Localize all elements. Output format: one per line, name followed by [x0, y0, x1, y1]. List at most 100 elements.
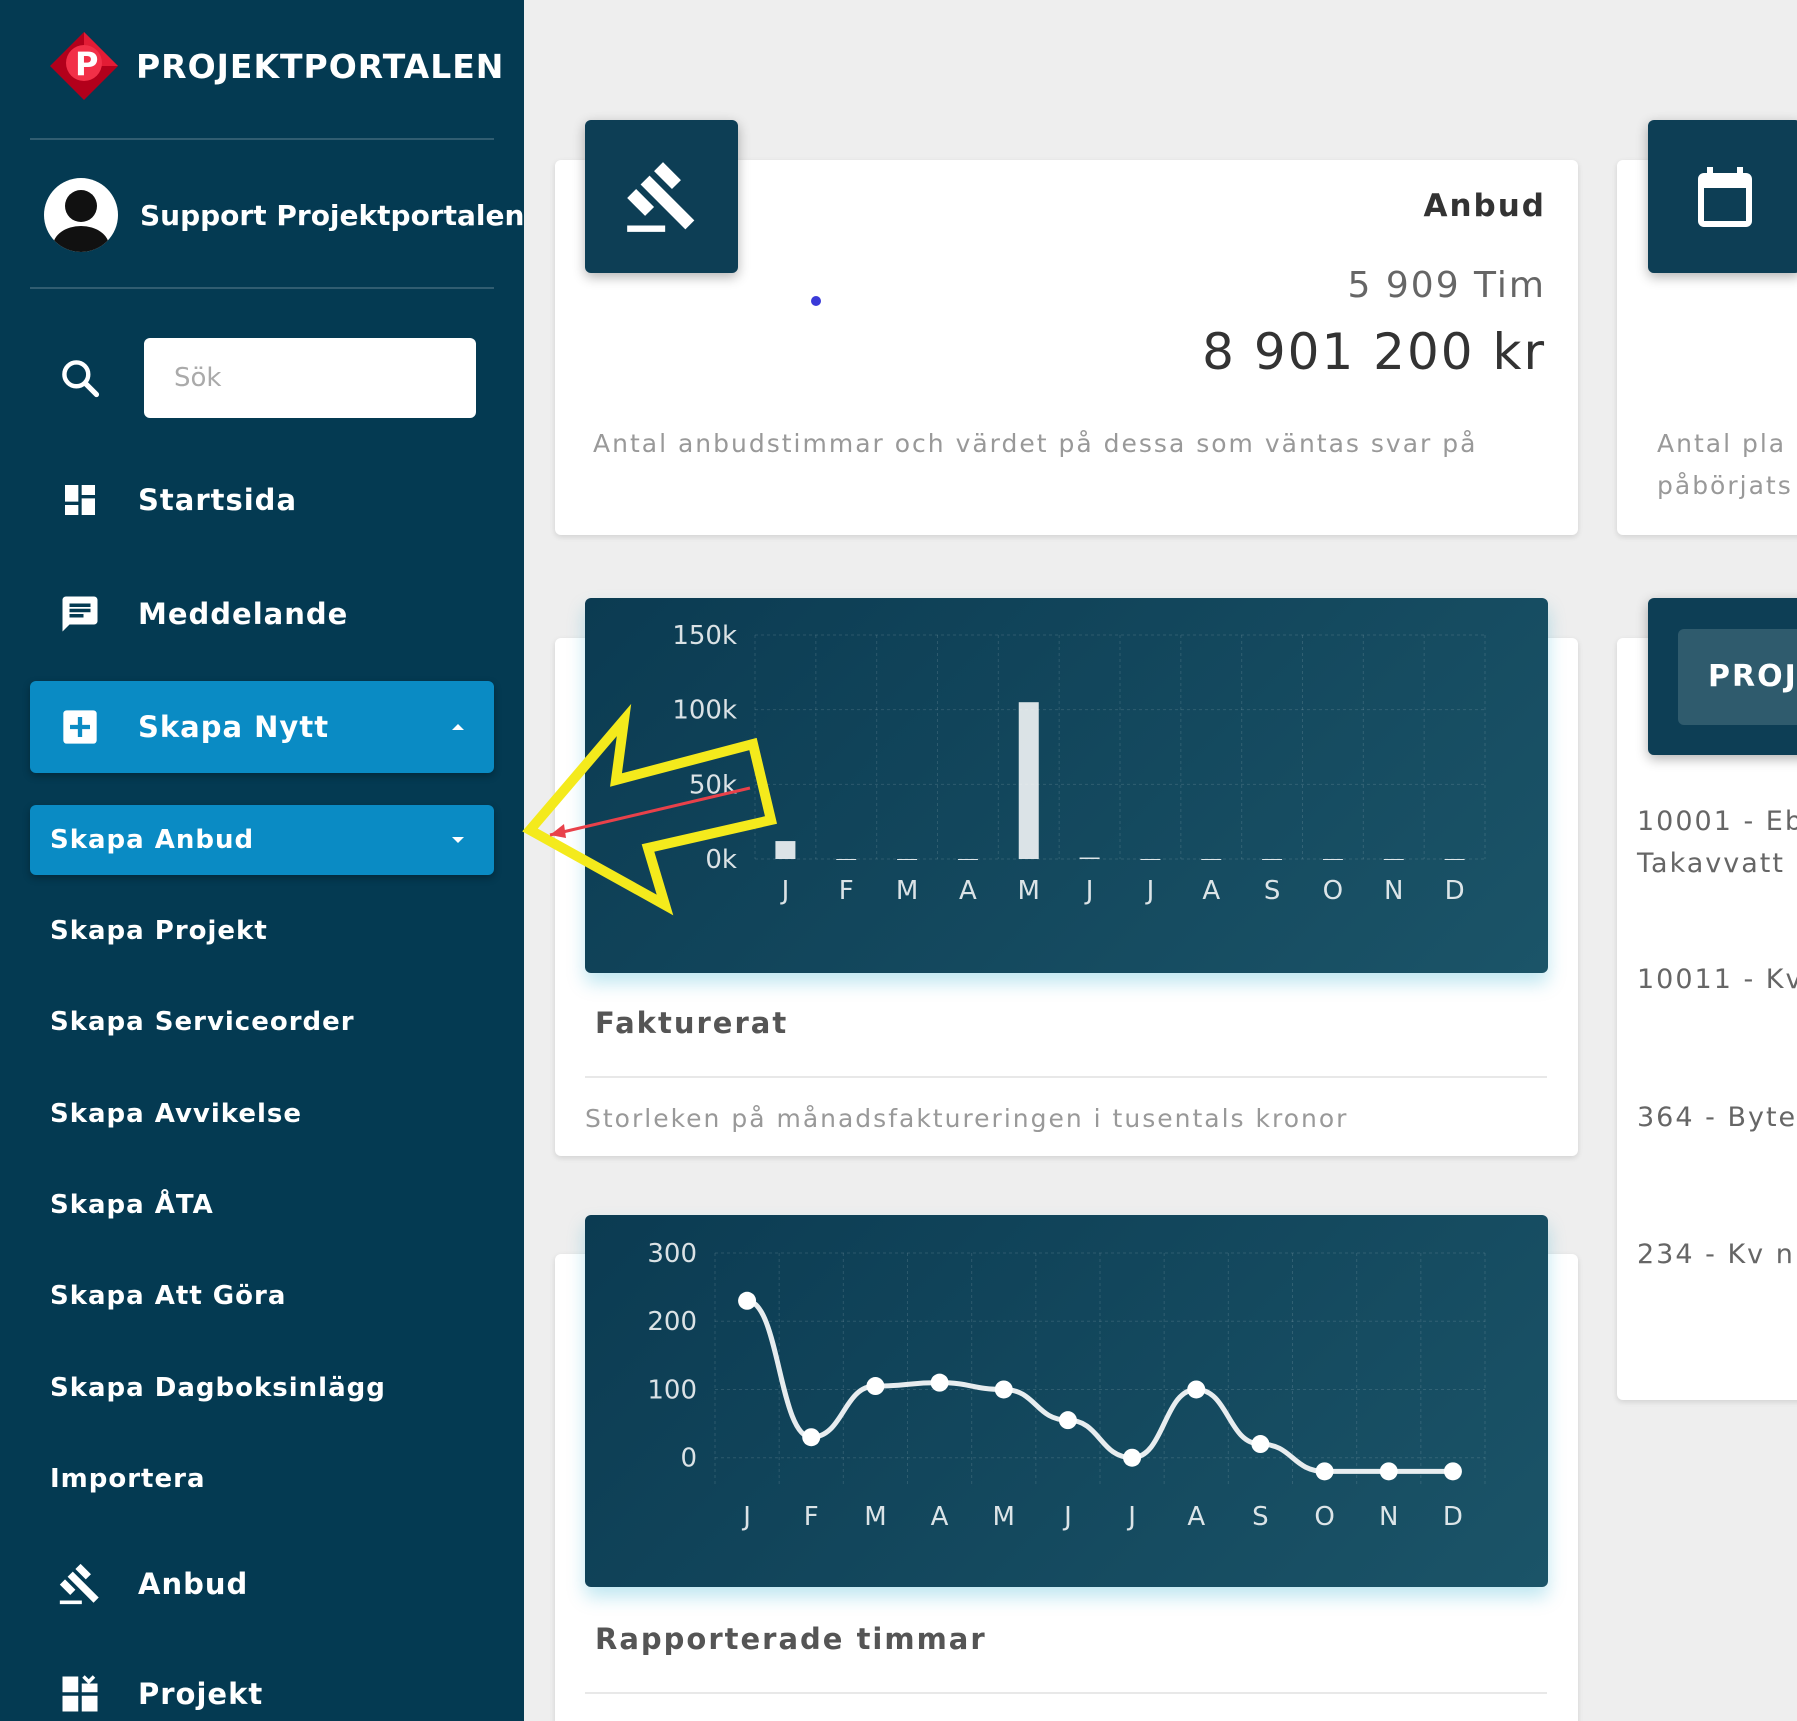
- bar: [1079, 857, 1100, 859]
- timmar-chart-tile: 0 100 200 300 J F M A M J J A S O N D: [585, 1215, 1548, 1587]
- nav-label: Skapa Serviceorder: [50, 1007, 355, 1037]
- project-icon: [58, 1672, 102, 1716]
- plus-box-icon: [58, 705, 102, 749]
- y-tick-label: 0: [680, 1444, 697, 1474]
- data-point: [1315, 1462, 1334, 1481]
- projects-header-tile: PROJ: [1648, 598, 1797, 755]
- projects-tab[interactable]: PROJ: [1678, 628, 1797, 725]
- nav-importera[interactable]: Importera: [30, 1455, 494, 1503]
- x-tick-label: F: [839, 876, 854, 906]
- data-point: [1251, 1435, 1270, 1454]
- nav-anbud[interactable]: Anbud: [30, 1554, 494, 1614]
- nav-label: Meddelande: [138, 597, 349, 631]
- data-point: [994, 1380, 1013, 1399]
- bar: [897, 859, 918, 860]
- card-divider: [585, 1076, 1547, 1078]
- bar: [1140, 859, 1161, 860]
- x-tick-label: O: [1323, 876, 1343, 906]
- nav-label: Projekt: [138, 1677, 264, 1711]
- x-tick-label: M: [864, 1502, 886, 1532]
- nav-label: Skapa Projekt: [50, 916, 268, 946]
- bar: [836, 859, 857, 860]
- nav-label: Importera: [50, 1464, 206, 1494]
- bar: [957, 859, 978, 860]
- data-point: [1187, 1380, 1206, 1399]
- sidebar-divider: [30, 287, 494, 289]
- logo[interactable]: P PROJEKTPORTALEN: [48, 30, 504, 102]
- annotation-arrow: [522, 703, 778, 916]
- x-tick-label: F: [804, 1502, 819, 1532]
- brand-name: PROJEKTPORTALEN: [136, 46, 505, 86]
- nav-skapa-dagboksinlagg[interactable]: Skapa Dagboksinlägg: [30, 1364, 494, 1412]
- y-tick-label: 100: [647, 1375, 697, 1405]
- x-tick-label: D: [1445, 876, 1465, 906]
- nav-label: Skapa Dagboksinlägg: [50, 1373, 386, 1403]
- x-tick-label: N: [1379, 1502, 1398, 1532]
- nav-skapa-anbud[interactable]: Skapa Anbud: [30, 805, 494, 875]
- nav-label: Skapa Att Göra: [50, 1281, 287, 1311]
- avatar-icon: [44, 178, 118, 252]
- bar: [1201, 859, 1222, 860]
- project-item[interactable]: 234 - Kv n: [1637, 1233, 1795, 1276]
- nav-startsida[interactable]: Startsida: [30, 470, 494, 530]
- chevron-up-icon: [452, 724, 464, 730]
- data-point: [1123, 1448, 1142, 1467]
- project-item[interactable]: 10011 - Kv I: [1637, 958, 1797, 1001]
- data-point: [1379, 1462, 1398, 1481]
- project-item[interactable]: 364 - Byte: [1637, 1096, 1797, 1139]
- x-tick-label: J: [1062, 1502, 1072, 1532]
- nav-skapa-projekt[interactable]: Skapa Projekt: [30, 907, 494, 955]
- x-tick-label: S: [1252, 1502, 1269, 1532]
- logo-icon: P: [50, 32, 118, 100]
- bar: [1018, 702, 1039, 859]
- data-point: [1443, 1462, 1462, 1481]
- y-tick-label: 300: [647, 1239, 697, 1269]
- x-tick-label: A: [959, 876, 977, 906]
- bar: [1383, 859, 1404, 860]
- nav-skapa-ata[interactable]: Skapa ÅTA: [30, 1181, 494, 1229]
- nav-skapa-att-gora[interactable]: Skapa Att Göra: [30, 1272, 494, 1320]
- nav-projekt[interactable]: Projekt: [30, 1664, 494, 1721]
- chevron-down-icon: [452, 837, 464, 843]
- nav-skapa-avvikelse[interactable]: Skapa Avvikelse: [30, 1090, 494, 1138]
- anbud-amount: 8 901 200 kr: [1202, 323, 1546, 381]
- x-tick-label: A: [931, 1502, 949, 1532]
- nav-label: Skapa Avvikelse: [50, 1099, 303, 1129]
- projects-tab-label: PROJ: [1708, 659, 1797, 694]
- gavel-icon: [58, 1562, 102, 1606]
- x-tick-label: J: [1126, 1502, 1136, 1532]
- x-tick-label: A: [1202, 876, 1220, 906]
- nav-label: Anbud: [138, 1567, 249, 1601]
- y-tick-label: 200: [647, 1307, 697, 1337]
- nav-label: Skapa Anbud: [50, 825, 255, 855]
- x-tick-label: D: [1443, 1502, 1463, 1532]
- bar: [1262, 859, 1283, 860]
- x-tick-label: A: [1187, 1502, 1205, 1532]
- nav-meddelande[interactable]: Meddelande: [30, 584, 494, 644]
- data-point: [866, 1377, 885, 1396]
- timmar-chart: 0 100 200 300 J F M A M J J A S O N D: [647, 1239, 1486, 1532]
- data-point: [930, 1373, 949, 1392]
- x-tick-label: N: [1384, 876, 1403, 906]
- anbud-hours: 5 909 Tim: [1347, 265, 1546, 306]
- sidebar-divider: [30, 138, 494, 140]
- card-description: påbörjats: [1657, 471, 1793, 500]
- user-profile[interactable]: Support Projektportalen: [44, 178, 524, 252]
- nav-skapa-nytt[interactable]: Skapa Nytt: [30, 681, 494, 773]
- data-point: [1058, 1411, 1077, 1430]
- y-tick-label: 150k: [672, 621, 737, 651]
- search-icon: [62, 360, 100, 398]
- card-divider: [585, 1692, 1547, 1694]
- gavel-icon: [626, 161, 694, 232]
- svg-text:P: P: [75, 45, 98, 83]
- x-tick-label: J: [1084, 876, 1094, 906]
- dashboard-icon: [58, 478, 102, 522]
- project-item[interactable]: 10001 - Ebl: [1637, 800, 1797, 843]
- nav-skapa-serviceorder[interactable]: Skapa Serviceorder: [30, 998, 494, 1046]
- search-input[interactable]: [144, 338, 476, 418]
- data-point: [802, 1428, 821, 1447]
- user-name: Support Projektportalen: [140, 198, 524, 232]
- project-item[interactable]: Takavvatt: [1637, 842, 1785, 885]
- x-tick-label: M: [1018, 876, 1040, 906]
- search-row: [58, 338, 476, 418]
